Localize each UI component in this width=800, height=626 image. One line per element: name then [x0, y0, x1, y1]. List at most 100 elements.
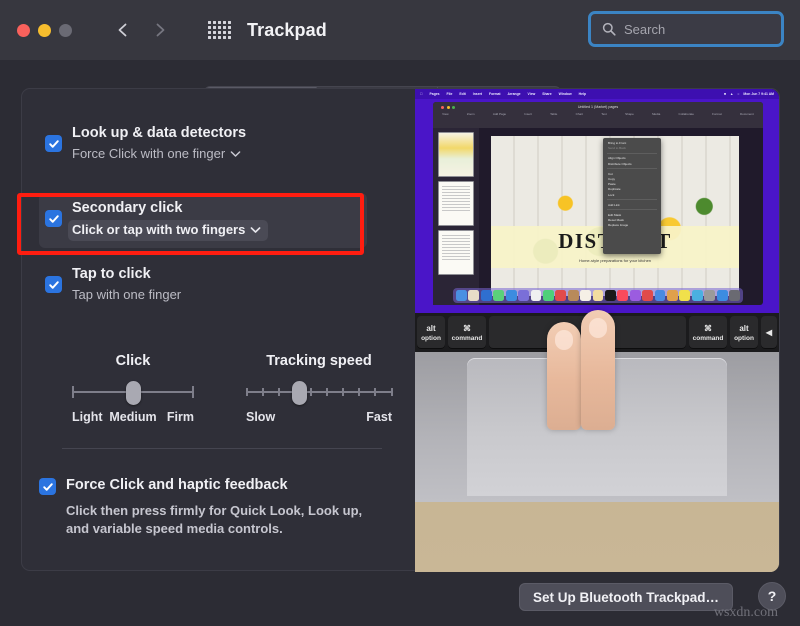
slider-tick: [342, 388, 345, 396]
dock-icon[interactable]: [468, 290, 480, 301]
context-menu-item[interactable]: Edit Mask: [605, 213, 659, 217]
tracking-speed-slider[interactable]: Tracking speed Slow Fast: [246, 353, 393, 426]
context-menu-item[interactable]: Add Link: [605, 203, 659, 207]
option-title: Tap to click: [72, 266, 151, 282]
dock-icon[interactable]: [580, 290, 592, 301]
context-menu-item[interactable]: Reset Mask: [605, 218, 659, 222]
dock-icon[interactable]: [691, 290, 703, 301]
dock-icon[interactable]: [716, 290, 728, 301]
dock-icon[interactable]: [456, 290, 467, 301]
slider-thumb[interactable]: [291, 381, 307, 405]
context-menu-item[interactable]: Lock: [605, 193, 659, 197]
grid-apps-icon[interactable]: [208, 21, 231, 39]
close-button[interactable]: [17, 23, 30, 37]
checkbox-tap-to-click[interactable]: [45, 276, 62, 293]
context-menu-item[interactable]: Cut: [605, 172, 659, 176]
option-force-click[interactable]: Force Click and haptic feedback Click th…: [39, 476, 399, 538]
key-label: command: [451, 334, 483, 342]
page-thumbnail[interactable]: [438, 132, 474, 177]
slider-track[interactable]: [72, 381, 194, 405]
document-subline: Home-style preparations for your kitchen: [578, 257, 652, 263]
grid-dot: [228, 31, 231, 34]
slider-end-labels: Slow Fast: [246, 410, 392, 426]
dock-icon[interactable]: [666, 290, 678, 301]
dock-icon[interactable]: [542, 290, 554, 301]
page-thumbnail[interactable]: [438, 230, 474, 275]
menubar-clock: Mon Jun 7 9:41 AM: [743, 92, 774, 96]
context-menu-item[interactable]: Distribute Objects: [605, 162, 659, 166]
dock-icon[interactable]: [654, 290, 666, 301]
minimize-button[interactable]: [38, 23, 51, 37]
dock-icon[interactable]: [592, 290, 604, 301]
finger-middle: [581, 310, 615, 430]
search-field[interactable]: [588, 11, 784, 47]
key-label: option: [734, 334, 754, 342]
dock-icon[interactable]: [518, 290, 530, 301]
search-icon: [602, 22, 616, 36]
context-menu-separator: [607, 152, 657, 154]
slider-end-labels: Light Medium Firm: [72, 410, 194, 426]
dock-icon[interactable]: [567, 290, 579, 301]
laptop-palmrest: [415, 310, 779, 502]
option-texts: Look up & data detectors Force Click wit…: [72, 124, 246, 163]
dock-icon[interactable]: [642, 290, 654, 301]
option-title: Secondary click: [72, 200, 183, 216]
dock-icon[interactable]: [555, 290, 567, 301]
maximize-button[interactable]: [59, 23, 72, 37]
dock-icon[interactable]: [505, 290, 517, 301]
grid-dot: [213, 21, 216, 24]
dock-icon[interactable]: [629, 290, 641, 301]
demo-video[interactable]:  Pages File Edit Insert Format Arrange …: [415, 89, 779, 313]
checkbox-force-click[interactable]: [39, 478, 56, 495]
checkbox-secondary-click[interactable]: [45, 210, 62, 227]
close-dot: [441, 106, 444, 109]
grid-dot: [208, 26, 211, 29]
chevron-left-icon[interactable]: [115, 22, 131, 38]
dock-icon[interactable]: [704, 290, 716, 301]
slider-thumb[interactable]: [126, 381, 141, 405]
slider-tick: [390, 388, 393, 396]
popup-secondary-click-mode[interactable]: Click or tap with two fingers: [68, 220, 269, 241]
search-input[interactable]: [624, 21, 764, 37]
pages-document-title: Untitled 1 (Market) pages: [577, 105, 619, 109]
chevron-right-icon[interactable]: [152, 22, 168, 38]
dock-icon[interactable]: [530, 290, 542, 301]
slider-tick: [192, 386, 194, 398]
trackpad-preferences-window: Trackpad Point & Click Scroll & Zoom Mor…: [0, 0, 800, 626]
dock-icon[interactable]: [493, 290, 505, 301]
popup-look-up-mode[interactable]: Force Click with one finger: [72, 145, 246, 163]
dock-trash-icon[interactable]: [729, 290, 740, 301]
context-menu-item[interactable]: Copy: [605, 177, 659, 181]
checkbox-look-up-data-detectors[interactable]: [45, 135, 62, 152]
click-slider[interactable]: Click Light Medium Firm: [72, 353, 194, 426]
toolbar-item: Collaborate: [678, 112, 694, 116]
grid-dot: [213, 31, 216, 34]
dock-icon[interactable]: [617, 290, 629, 301]
context-menu-item[interactable]: Paste: [605, 182, 659, 186]
page-thumbnail[interactable]: [438, 181, 474, 226]
context-menu-item[interactable]: Bring to Front: [605, 141, 659, 145]
key-command-right: ⌘ command: [689, 316, 727, 349]
checkmark-icon: [48, 280, 59, 289]
option-look-up-data-detectors[interactable]: Look up & data detectors Force Click wit…: [39, 118, 367, 170]
option-texts: Secondary click Click or tap with two fi…: [68, 199, 269, 241]
dock-icon[interactable]: [679, 290, 691, 301]
context-menu[interactable]: Bring to Front Send to Back Align Object…: [603, 138, 661, 254]
settings-left-column: Look up & data detectors Force Click wit…: [17, 89, 417, 572]
window-titlebar: Trackpad: [0, 0, 800, 60]
menubar-item: Edit: [456, 92, 465, 96]
option-tap-to-click[interactable]: Tap to click Tap with one finger: [39, 259, 367, 311]
context-menu-item[interactable]: Replace Image: [605, 223, 659, 227]
context-menu-item[interactable]: Align Objects: [605, 156, 659, 160]
grid-dot: [228, 36, 231, 39]
slider-tick: [358, 388, 361, 396]
slider-track[interactable]: [246, 381, 393, 405]
slider-tick: [310, 388, 313, 396]
dock-icon[interactable]: [604, 290, 616, 301]
option-secondary-click[interactable]: Secondary click Click or tap with two fi…: [39, 193, 367, 248]
dock-icon[interactable]: [480, 290, 492, 301]
grid-dot: [223, 21, 226, 24]
context-menu-item[interactable]: Duplicate: [605, 187, 659, 191]
set-up-bluetooth-trackpad-button[interactable]: Set Up Bluetooth Trackpad…: [518, 583, 733, 611]
macos-dock: [453, 288, 743, 303]
